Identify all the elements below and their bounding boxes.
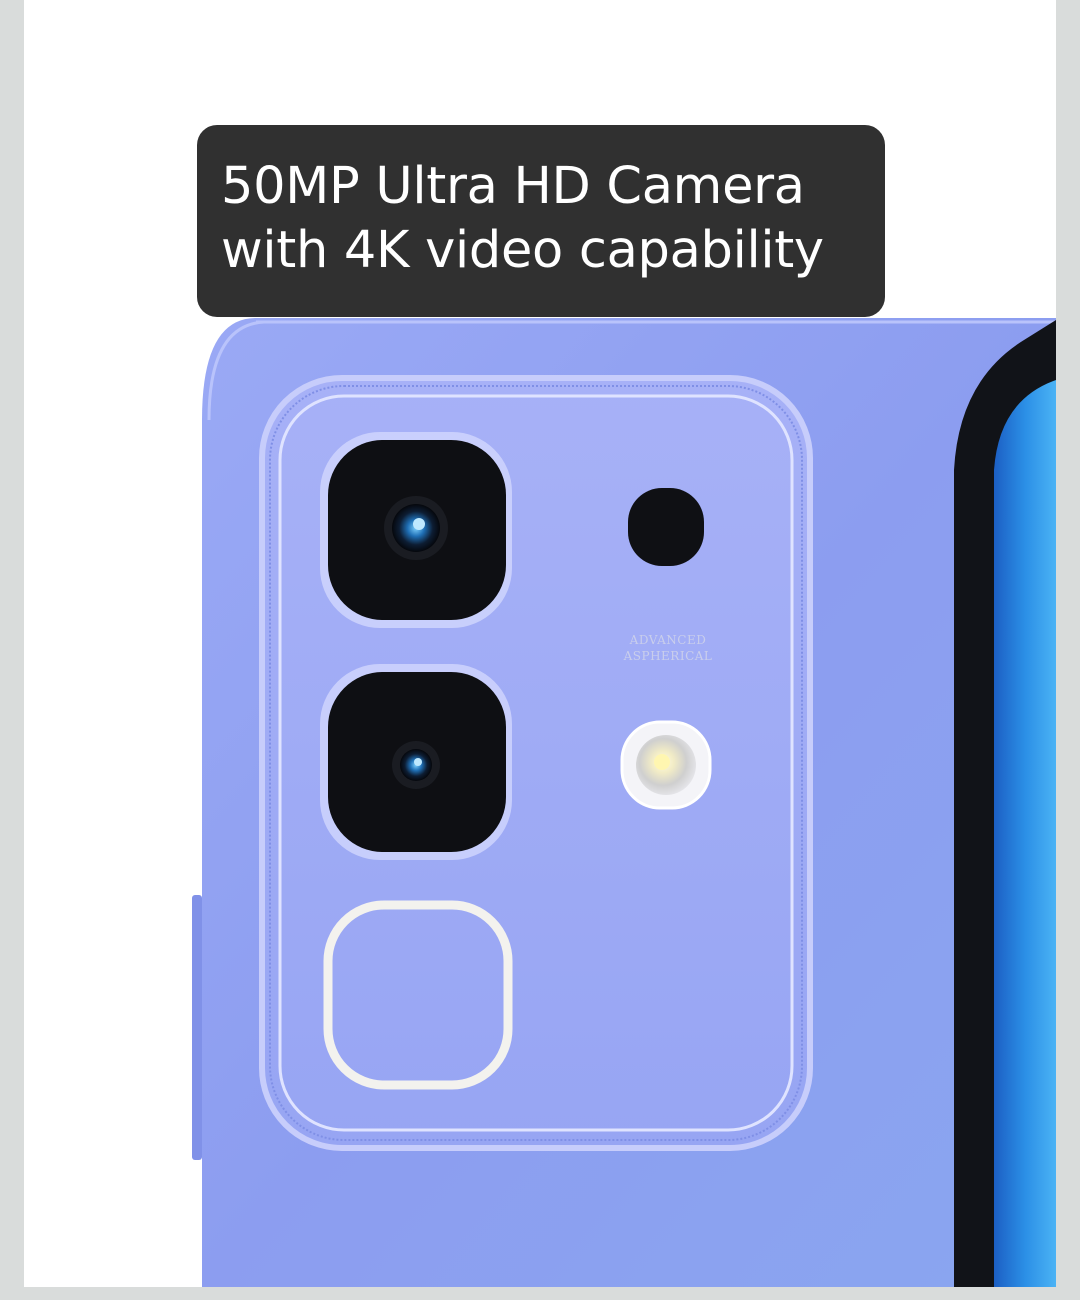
- caption-line-1: 50MP Ultra HD Camera: [221, 157, 805, 216]
- side-button: [192, 895, 202, 1160]
- product-image-canvas: ADVANCED ASPHERICAL 50MP Ultra HD Camera…: [24, 0, 1056, 1287]
- depth-sensor: [628, 488, 704, 566]
- engraving-line-2: ASPHERICAL: [623, 649, 713, 663]
- feature-caption: 50MP Ultra HD Camera with 4K video capab…: [197, 125, 885, 317]
- second-phone-screen: [994, 380, 1056, 1287]
- caption-line-2: with 4K video capability: [221, 221, 824, 280]
- engraving-line-1: ADVANCED: [629, 633, 707, 647]
